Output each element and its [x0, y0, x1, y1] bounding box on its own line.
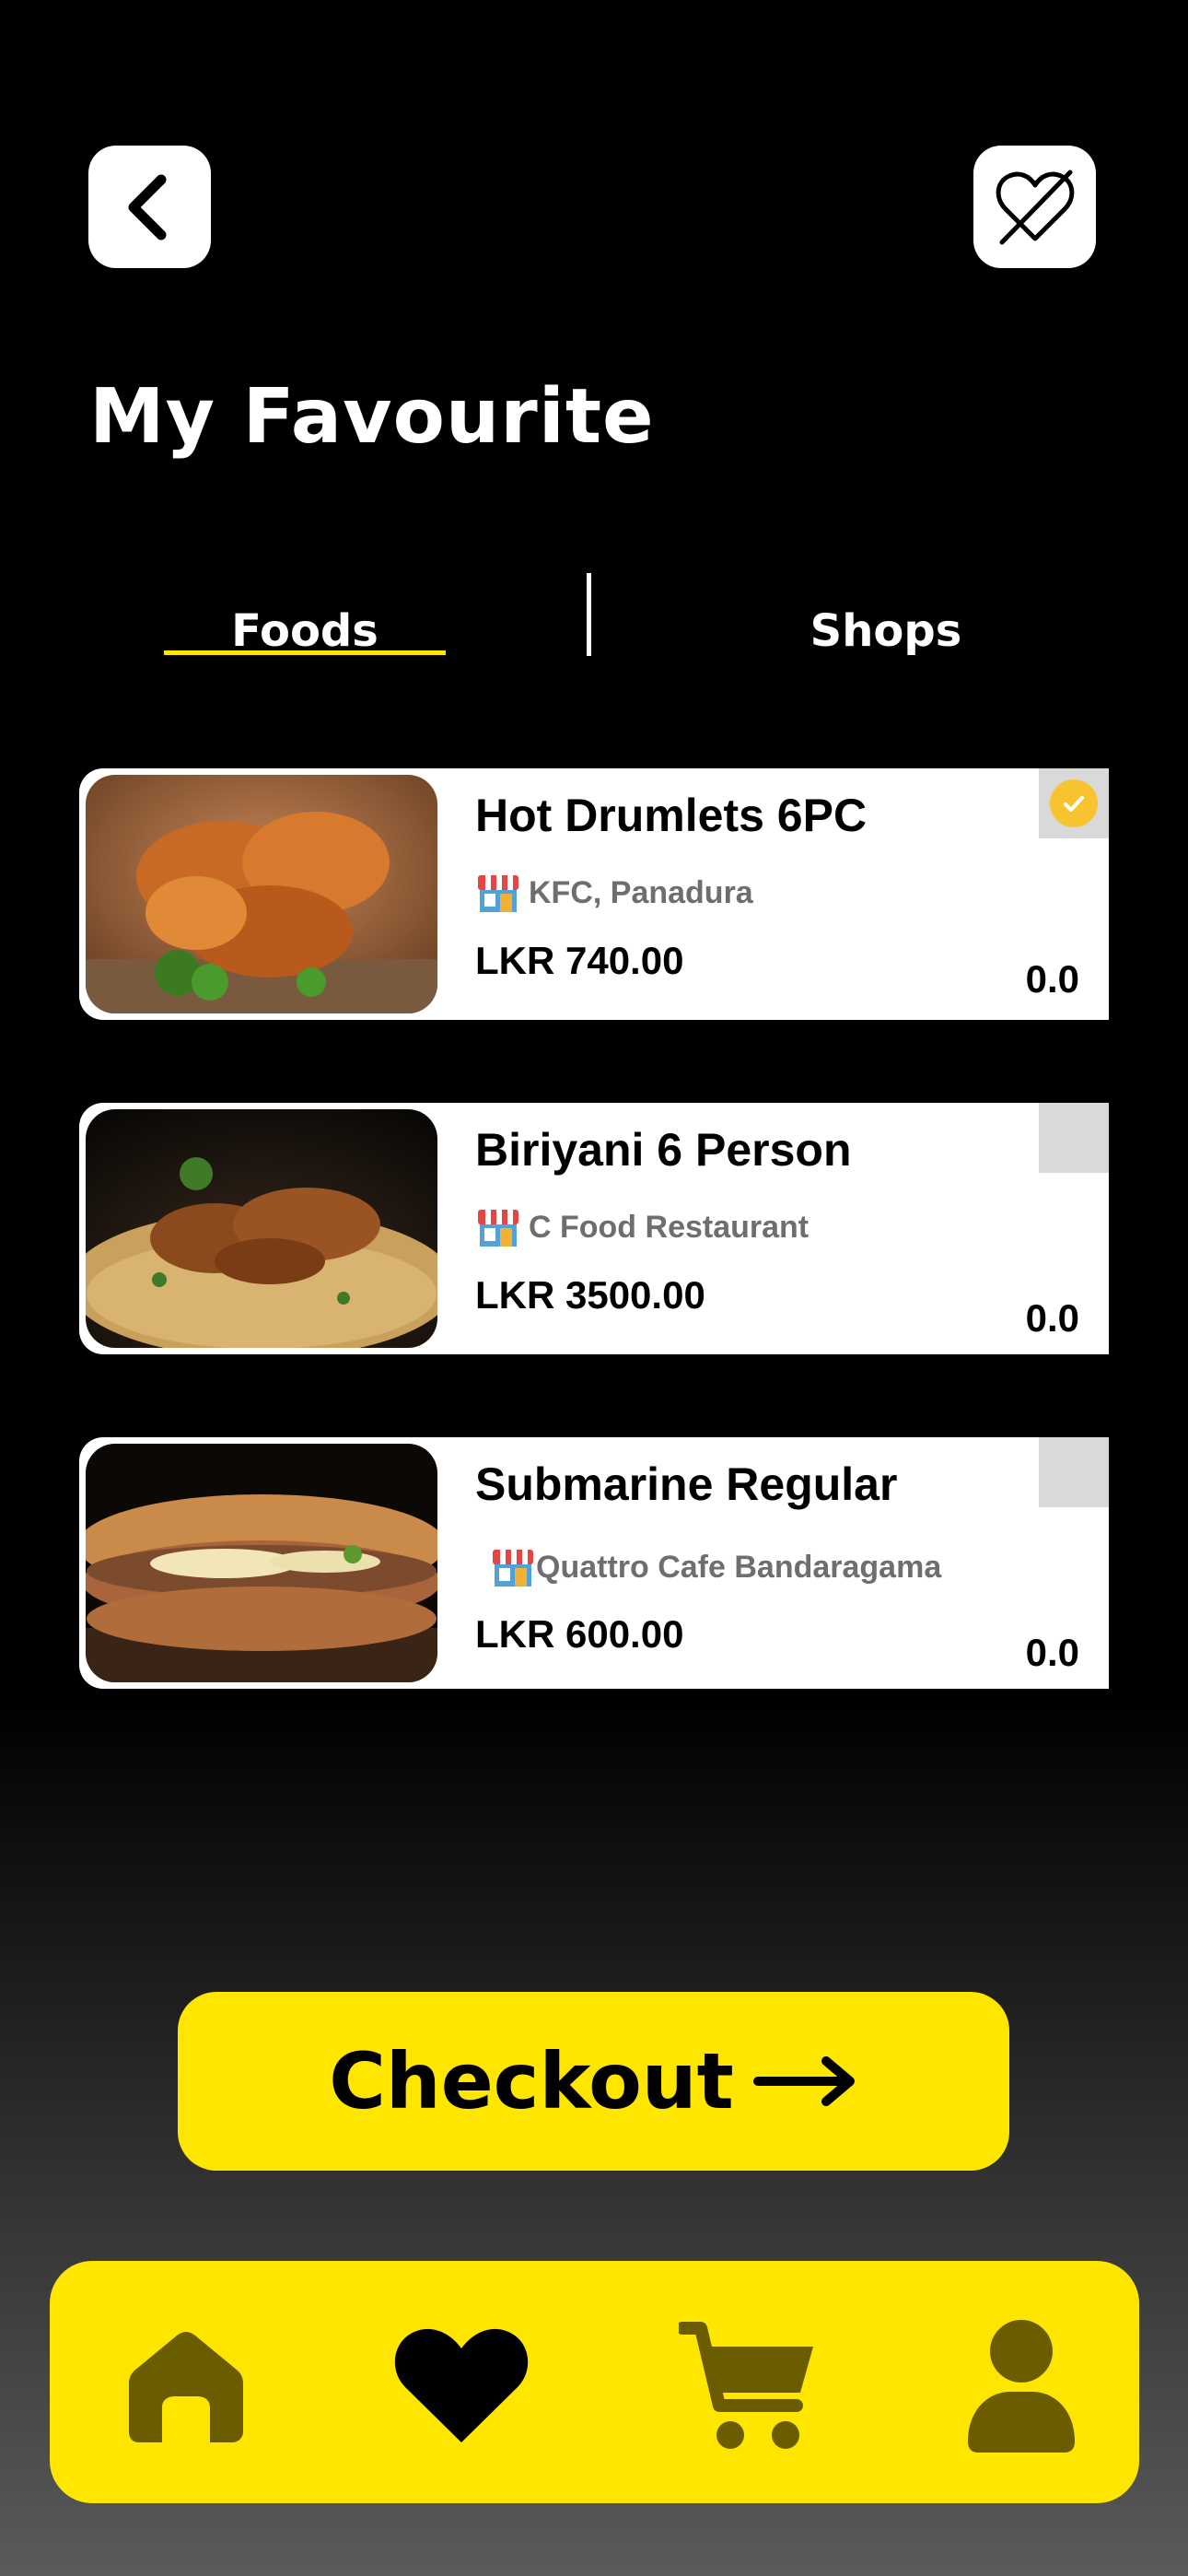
- select-checkbox[interactable]: [1039, 768, 1109, 838]
- shop-info: C Food Restaurant: [475, 1206, 809, 1248]
- favourite-item-card[interactable]: Biriyani 6 Person C Food Restaurant LKR …: [79, 1103, 1109, 1354]
- favourite-item-card[interactable]: Hot Drumlets 6PC KFC, Panadura LKR 740.0…: [79, 768, 1109, 1020]
- store-icon: [493, 1550, 533, 1587]
- shop-info: Quattro Cafe Bandaragama: [490, 1546, 941, 1588]
- heart-off-icon: [996, 170, 1074, 244]
- store-icon: [478, 1210, 518, 1247]
- item-name: Biriyani 6 Person: [475, 1124, 852, 1176]
- active-tab-indicator: [164, 650, 446, 655]
- unfavourite-button[interactable]: [973, 146, 1096, 268]
- item-rating: 0.0: [1025, 957, 1079, 1001]
- item-rating: 0.0: [1025, 1631, 1079, 1674]
- item-name: Hot Drumlets 6PC: [475, 790, 868, 841]
- page-title: My Favourite: [89, 373, 655, 461]
- shop-name: KFC, Panadura: [529, 874, 753, 910]
- arrow-right-icon: [752, 2056, 855, 2106]
- item-rating: 0.0: [1025, 1296, 1079, 1340]
- heart-icon: [394, 2328, 529, 2442]
- item-price: LKR 740.00: [475, 939, 684, 982]
- fried-chicken-image: [86, 775, 437, 1013]
- nav-profile[interactable]: [952, 2316, 1090, 2454]
- select-checkbox[interactable]: [1039, 1437, 1109, 1507]
- shop-name: C Food Restaurant: [529, 1209, 809, 1245]
- store-icon: [478, 875, 518, 912]
- shop-name: Quattro Cafe Bandaragama: [536, 1549, 942, 1585]
- home-icon: [129, 2332, 243, 2442]
- item-price: LKR 3500.00: [475, 1273, 705, 1317]
- checkout-button[interactable]: Checkout: [178, 1992, 1009, 2171]
- tab-shops[interactable]: Shops: [737, 599, 1035, 663]
- submarine-image: [86, 1444, 437, 1682]
- check-icon: [1050, 779, 1098, 827]
- nav-home[interactable]: [117, 2316, 255, 2454]
- back-button[interactable]: [88, 146, 211, 268]
- bottom-nav: [50, 2261, 1139, 2503]
- nav-favourites[interactable]: [392, 2316, 530, 2454]
- nav-cart[interactable]: [679, 2316, 817, 2454]
- item-name: Submarine Regular: [475, 1458, 898, 1510]
- cart-icon: [679, 2321, 813, 2449]
- shop-info: KFC, Panadura: [475, 872, 753, 914]
- favourite-item-card[interactable]: Submarine Regular Quattro Cafe Bandaraga…: [79, 1437, 1109, 1689]
- biriyani-image: [86, 1109, 437, 1348]
- item-price: LKR 600.00: [475, 1612, 684, 1656]
- checkout-label: Checkout: [329, 2036, 734, 2126]
- tab-divider: [587, 573, 591, 656]
- profile-icon: [968, 2320, 1075, 2453]
- chevron-left-icon: [128, 174, 166, 240]
- select-checkbox[interactable]: [1039, 1103, 1109, 1173]
